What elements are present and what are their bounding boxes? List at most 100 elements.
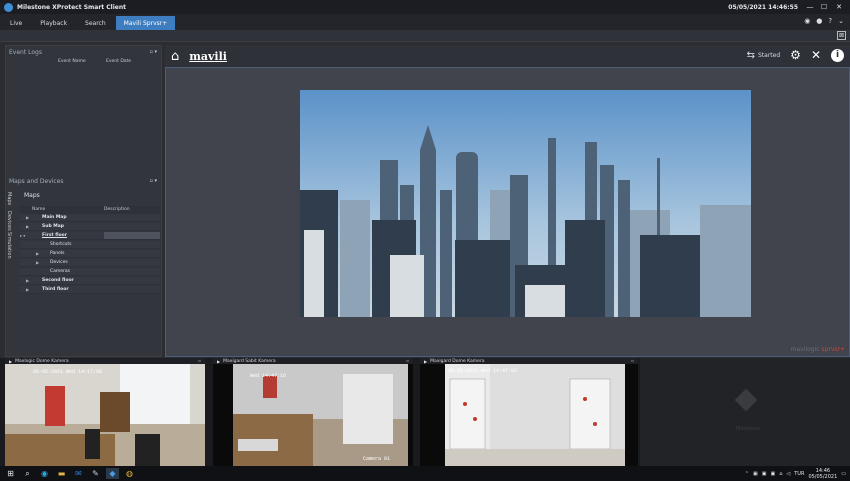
paint-icon[interactable]: ✎ bbox=[89, 468, 102, 479]
camera-menu-icon[interactable]: ▫ bbox=[198, 358, 201, 363]
main-view: ⌂ mavili ⇆ Started ⚙ ✕ i mavilogic sprvs… bbox=[165, 45, 850, 357]
maps-title: Maps bbox=[24, 192, 40, 199]
tray-app-icon[interactable]: ▣ bbox=[762, 471, 767, 477]
pin-icon[interactable]: ▫ ▾ bbox=[150, 178, 158, 184]
main-toolbar: ⌂ mavili ⇆ Started ⚙ ✕ i bbox=[165, 45, 850, 67]
camera-timestamp: 05-05-2021 Wed 14:47:02 bbox=[448, 368, 517, 374]
camera-empty-slot: Milestone bbox=[640, 358, 850, 466]
app-icon bbox=[4, 2, 13, 12]
camera-feed-1: 05-05-2021 Wed 14:17:58 bbox=[5, 364, 205, 466]
gear-icon[interactable]: ⚙ bbox=[790, 48, 801, 62]
city-image bbox=[300, 90, 751, 317]
system-tray: ⌃ ▣ ▣ ▣ ⌂ ◁ TUR 14:46 05/05/2021 ▭ bbox=[745, 466, 846, 481]
tree-item-first-floor[interactable]: ▸ ▾ First floor bbox=[20, 232, 160, 240]
file-explorer-icon[interactable]: ▬ bbox=[55, 468, 68, 479]
camera-title: ▶ Maxlogic Dome Kamera ▫ bbox=[5, 358, 205, 364]
camera-title: ▶ Maxigard Dome Kamera ▫ bbox=[420, 358, 638, 364]
title-bar: Milestone XProtect Smart Client 05/05/20… bbox=[0, 0, 850, 14]
tree-item-main-map[interactable]: ▶ Main Map bbox=[20, 214, 160, 222]
search-icon[interactable]: ⌕ bbox=[21, 468, 34, 479]
tray-app-icon[interactable]: ▣ bbox=[770, 471, 775, 477]
tree-item-shortcuts[interactable]: Shortcuts bbox=[20, 241, 160, 249]
language-indicator[interactable]: TUR bbox=[794, 471, 804, 477]
camera-label: Camera 01 bbox=[363, 456, 390, 462]
window-title: Milestone XProtect Smart Client bbox=[17, 3, 126, 11]
close-window-icon[interactable]: ✕ bbox=[833, 2, 845, 12]
camera-tile-1[interactable]: ▶ Maxlogic Dome Kamera ▫ 05-05-2021 Wed … bbox=[5, 358, 205, 466]
expand-icon[interactable]: ▶ bbox=[36, 251, 39, 256]
chrome-icon[interactable]: ◍ bbox=[123, 468, 136, 479]
camera-menu-icon[interactable]: ▫ bbox=[631, 358, 634, 363]
description-cell[interactable] bbox=[104, 232, 160, 239]
home-icon[interactable]: ⌂ bbox=[171, 49, 179, 64]
windows-start-icon[interactable]: ⊞ bbox=[4, 468, 17, 479]
camera-title: ▶ Maxigard Sabit Kamera ▫ bbox=[213, 358, 413, 364]
window-clock: 05/05/2021 14:46:55 bbox=[728, 3, 798, 11]
xprotect-icon[interactable]: ◆ bbox=[106, 468, 119, 479]
maximize-icon[interactable]: ☐ bbox=[818, 2, 830, 12]
map-canvas[interactable]: mavilogic sprvsr+ bbox=[165, 67, 850, 357]
left-panel: Event Logs ▫ ▾ Event Name Event Date Map… bbox=[5, 45, 162, 357]
expand-icon[interactable]: ▸ ▾ bbox=[20, 233, 25, 238]
tray-app-icon[interactable]: ▣ bbox=[753, 471, 758, 477]
camera-timestamp: Wed 14:47:16 bbox=[250, 373, 286, 379]
tree-item-second-floor[interactable]: ▶ Second floor bbox=[20, 277, 160, 285]
play-icon[interactable]: ▶ bbox=[9, 359, 12, 364]
camera-menu-icon[interactable]: ▫ bbox=[406, 358, 409, 363]
tray-chevron-icon[interactable]: ⌃ bbox=[745, 471, 749, 477]
fullscreen-icon[interactable]: ⊠ bbox=[837, 31, 846, 40]
status-indicator: ⇆ Started bbox=[747, 50, 781, 61]
edge-icon[interactable]: ◉ bbox=[38, 468, 51, 479]
status-text: Started bbox=[758, 51, 781, 59]
expand-icon[interactable]: ▶ bbox=[26, 215, 29, 220]
vtab-maps[interactable]: Maps bbox=[6, 188, 12, 210]
eye-icon[interactable]: ◉ bbox=[804, 17, 810, 25]
tree-item-sub-map[interactable]: ▶ Sub Map bbox=[20, 223, 160, 231]
tab-playback[interactable]: Playback bbox=[32, 16, 75, 30]
tab-mavili-sprvsr[interactable]: Mavili Sprvsr+ bbox=[115, 16, 176, 30]
tree-item-cameras[interactable]: Cameras bbox=[20, 268, 160, 276]
play-icon[interactable]: ▶ bbox=[217, 359, 220, 364]
event-logs-title: Event Logs bbox=[9, 48, 42, 56]
vtab-devices[interactable]: Devices bbox=[6, 210, 12, 232]
event-logs-header: Event Logs ▫ ▾ bbox=[6, 47, 163, 57]
pin-icon[interactable]: ▫ ▾ bbox=[150, 49, 158, 55]
minimize-icon[interactable]: — bbox=[804, 2, 816, 12]
col-name: Name bbox=[32, 207, 46, 212]
network-icon[interactable]: ⌂ bbox=[779, 471, 782, 477]
transfer-icon: ⇆ bbox=[746, 49, 755, 61]
tab-bar: Live Playback Search Mavili Sprvsr+ ◉ ● … bbox=[0, 14, 850, 30]
notification-icon[interactable]: ▭ bbox=[841, 471, 846, 477]
expand-icon[interactable]: ▶ bbox=[26, 287, 29, 292]
col-event-name: Event Name bbox=[58, 59, 86, 64]
vtab-simulation[interactable]: Simulation bbox=[6, 232, 12, 259]
expand-icon[interactable]: ▶ bbox=[26, 224, 29, 229]
milestone-watermark: Milestone bbox=[736, 426, 760, 432]
tab-live[interactable]: Live bbox=[2, 16, 30, 30]
outlook-icon[interactable]: ✉ bbox=[72, 468, 85, 479]
taskbar-clock[interactable]: 14:46 05/05/2021 bbox=[808, 468, 837, 480]
taskbar: ⊞ ⌕ ◉ ▬ ✉ ✎ ◆ ◍ ⌃ ▣ ▣ ▣ ⌂ ◁ TUR 14:46 05… bbox=[0, 466, 850, 481]
vertical-tabs: Maps Devices Simulation bbox=[6, 188, 14, 258]
tree-item-devices[interactable]: ▶ Devices bbox=[20, 259, 160, 267]
close-icon[interactable]: ✕ bbox=[811, 48, 821, 62]
camera-timestamp: 05-05-2021 Wed 14:17:58 bbox=[33, 369, 102, 375]
volume-icon[interactable]: ◁ bbox=[786, 471, 790, 477]
expand-icon[interactable]: ▶ bbox=[36, 260, 39, 265]
status-dot-icon[interactable]: ● bbox=[816, 17, 822, 25]
camera-tile-4[interactable]: Milestone bbox=[640, 358, 850, 466]
chevron-down-icon[interactable]: ⌄ bbox=[838, 17, 844, 25]
camera-strip: ▶ Maxlogic Dome Kamera ▫ 05-05-2021 Wed … bbox=[0, 358, 850, 466]
col-description: Description bbox=[104, 207, 130, 212]
footer-brand: mavilogic sprvsr+ bbox=[790, 346, 845, 353]
help-icon[interactable]: ? bbox=[828, 17, 832, 25]
camera-tile-3[interactable]: ▶ Maxigard Dome Kamera ▫ 05-05-2021 Wed … bbox=[420, 358, 638, 466]
tree-item-panels[interactable]: ▶ Panels bbox=[20, 250, 160, 258]
play-icon[interactable]: ▶ bbox=[424, 359, 427, 364]
tab-search[interactable]: Search bbox=[77, 16, 114, 30]
expand-icon[interactable]: ▶ bbox=[26, 278, 29, 283]
col-event-date: Event Date bbox=[106, 59, 132, 64]
info-icon[interactable]: i bbox=[831, 48, 844, 62]
tree-item-third-floor[interactable]: ▶ Third floor bbox=[20, 286, 160, 294]
camera-tile-2[interactable]: ▶ Maxigard Sabit Kamera ▫ Wed 14:47:16 C… bbox=[213, 358, 413, 466]
